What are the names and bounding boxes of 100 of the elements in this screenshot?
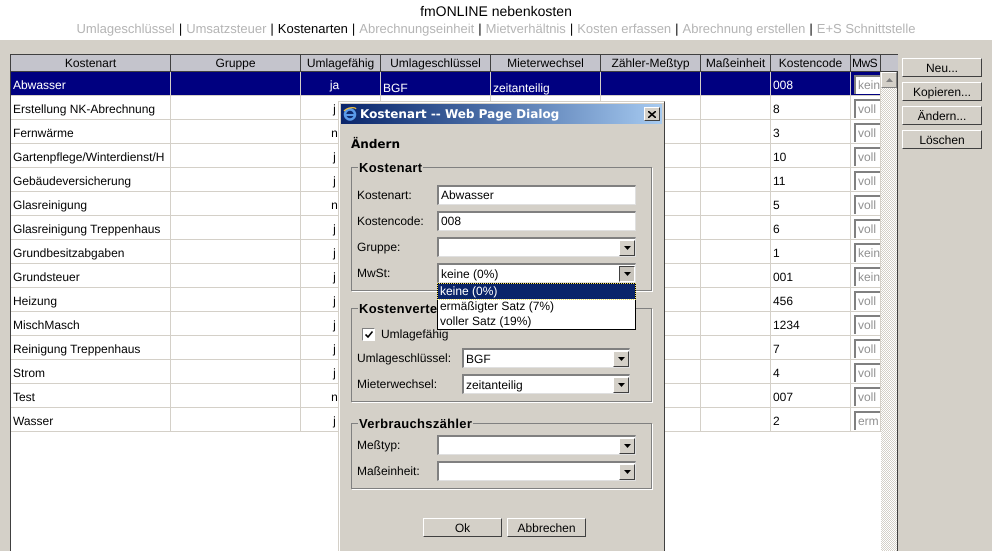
table-cell: Grundbesitzabgaben	[13, 246, 124, 260]
field-label: Mieterwechsel:	[357, 376, 438, 393]
close-button[interactable]	[644, 107, 660, 121]
dropdown-field[interactable]: keine (0%)	[437, 263, 636, 283]
table-cell: Heizung	[13, 294, 58, 308]
table-cell: Grundsteuer	[13, 270, 80, 284]
table-cell: 007	[773, 390, 794, 404]
column-header[interactable]: Mieterwechsel	[491, 55, 601, 71]
dropdown-option[interactable]: keine (0%)	[438, 284, 635, 299]
caret-icon	[624, 246, 630, 250]
table-cell: j	[333, 102, 336, 116]
column-header[interactable]: Gruppe	[171, 55, 301, 71]
up-arrow-icon	[886, 78, 892, 82]
close-icon	[648, 110, 656, 118]
app-title: fmONLINE nebenkosten	[420, 3, 572, 19]
table-cell: n	[331, 390, 338, 404]
nav-separator: |	[478, 20, 482, 38]
table-cell: ja	[330, 78, 340, 92]
caret-icon	[624, 470, 630, 474]
table-cell: 3	[773, 126, 780, 140]
table-cell: 7	[773, 342, 780, 356]
table-cell: 4	[773, 366, 780, 380]
dropdown-field[interactable]: BGF	[462, 348, 630, 368]
table-cell: BGF	[383, 81, 408, 95]
table-cell: j	[333, 150, 336, 164]
dropdown-button[interactable]	[619, 266, 635, 282]
field-label: Meßtyp:	[357, 437, 402, 454]
table-cell: n	[331, 126, 338, 140]
table-cell: Reinigung Treppenhaus	[13, 342, 140, 356]
table-cell: j	[333, 246, 336, 260]
column-header[interactable]: Maßeinheit	[701, 55, 771, 71]
dialog-button[interactable]: Abbrechen	[507, 518, 586, 537]
dropdown-field[interactable]	[437, 237, 636, 257]
action-button[interactable]: Ändern...	[902, 106, 982, 125]
group-title: Kostenart	[358, 160, 424, 175]
table-cell: Fernwärme	[13, 126, 74, 140]
column-header[interactable]: Kostencode	[771, 55, 851, 71]
nav-link[interactable]: Kostenarten	[278, 20, 348, 38]
table-cell: j	[333, 414, 336, 428]
action-button[interactable]: Löschen	[902, 130, 982, 149]
dropdown-field[interactable]	[437, 435, 636, 455]
table-cell: j	[333, 174, 336, 188]
dropdown-option[interactable]: voller Satz (19%)	[438, 314, 635, 329]
field-label: MwSt:	[357, 265, 392, 282]
column-header[interactable]: Kostenart	[11, 55, 171, 71]
column-header[interactable]: MwS	[851, 55, 881, 71]
table-cell: Test	[13, 390, 36, 404]
field-label: Umlagefähig	[381, 326, 448, 343]
table-cell: Gebäudeversicherung	[13, 174, 132, 188]
table-cell: Strom	[13, 366, 46, 380]
action-button[interactable]: Neu...	[902, 58, 982, 77]
input-field[interactable]: 008	[437, 211, 636, 231]
checkbox[interactable]	[362, 328, 375, 340]
table-cell: Gartenpflege/Winterdienst/H	[13, 150, 164, 164]
dialog-title: Kostenart -- Web Page Dialog	[360, 106, 560, 123]
table-cell: 1234	[773, 318, 800, 332]
nav-separator: |	[178, 20, 182, 38]
table-cell: 008	[773, 78, 794, 92]
group-title: Kostenverte	[358, 301, 438, 316]
nav-separator: |	[675, 20, 679, 38]
browser-icon	[343, 107, 357, 121]
table-cell: Abwasser	[13, 78, 66, 92]
table-cell: j	[333, 342, 336, 356]
column-header[interactable]: Umlagefähig	[301, 55, 381, 71]
table-cell: Wasser	[13, 414, 54, 428]
input-field[interactable]: Abwasser	[437, 185, 636, 205]
column-header[interactable]: Zähler-Meßtyp	[601, 55, 701, 71]
table-cell: j	[333, 318, 336, 332]
scrollbar[interactable]	[881, 72, 898, 551]
caret-icon	[624, 272, 630, 276]
field-label: Kostenart:	[357, 187, 413, 204]
dialog-button[interactable]: Ok	[423, 518, 502, 537]
column-header[interactable]: Umlageschlüssel	[381, 55, 491, 71]
nav-separator: |	[570, 20, 574, 38]
action-button[interactable]: Kopieren...	[902, 82, 982, 101]
table-cell: zeitanteilig	[493, 81, 550, 95]
nav-separator: |	[270, 20, 274, 38]
dropdown-field[interactable]: zeitanteilig	[462, 374, 630, 394]
table-row[interactable]: Abwasser ja BGF zeitanteilig 008 kein	[11, 72, 881, 96]
table-cell: n	[331, 198, 338, 212]
scroll-up-button[interactable]	[881, 72, 897, 88]
table-cell: Glasreinigung	[13, 198, 88, 212]
table-cell: 5	[773, 198, 780, 212]
table-cell: Erstellung NK-Abrechnung	[13, 102, 156, 116]
dropdown-option[interactable]: ermäßigter Satz (7%)	[438, 299, 635, 314]
table-cell: 8	[773, 102, 780, 116]
check-icon	[364, 330, 372, 338]
nav-separator: |	[352, 20, 356, 38]
dropdown-field[interactable]	[437, 461, 636, 481]
table-cell: j	[333, 294, 336, 308]
nav-separator: |	[809, 20, 813, 38]
table-cell: Glasreinigung Treppenhaus	[13, 222, 160, 236]
table-cell: 11	[773, 174, 786, 188]
table-cell: 10	[773, 150, 786, 164]
caret-icon	[624, 444, 630, 448]
table-cell: 456	[773, 294, 794, 308]
group-title: Verbrauchszähler	[358, 416, 474, 431]
table-cell: 2	[773, 414, 780, 428]
table-cell: j	[333, 366, 336, 380]
table-cell: MischMasch	[13, 318, 80, 332]
